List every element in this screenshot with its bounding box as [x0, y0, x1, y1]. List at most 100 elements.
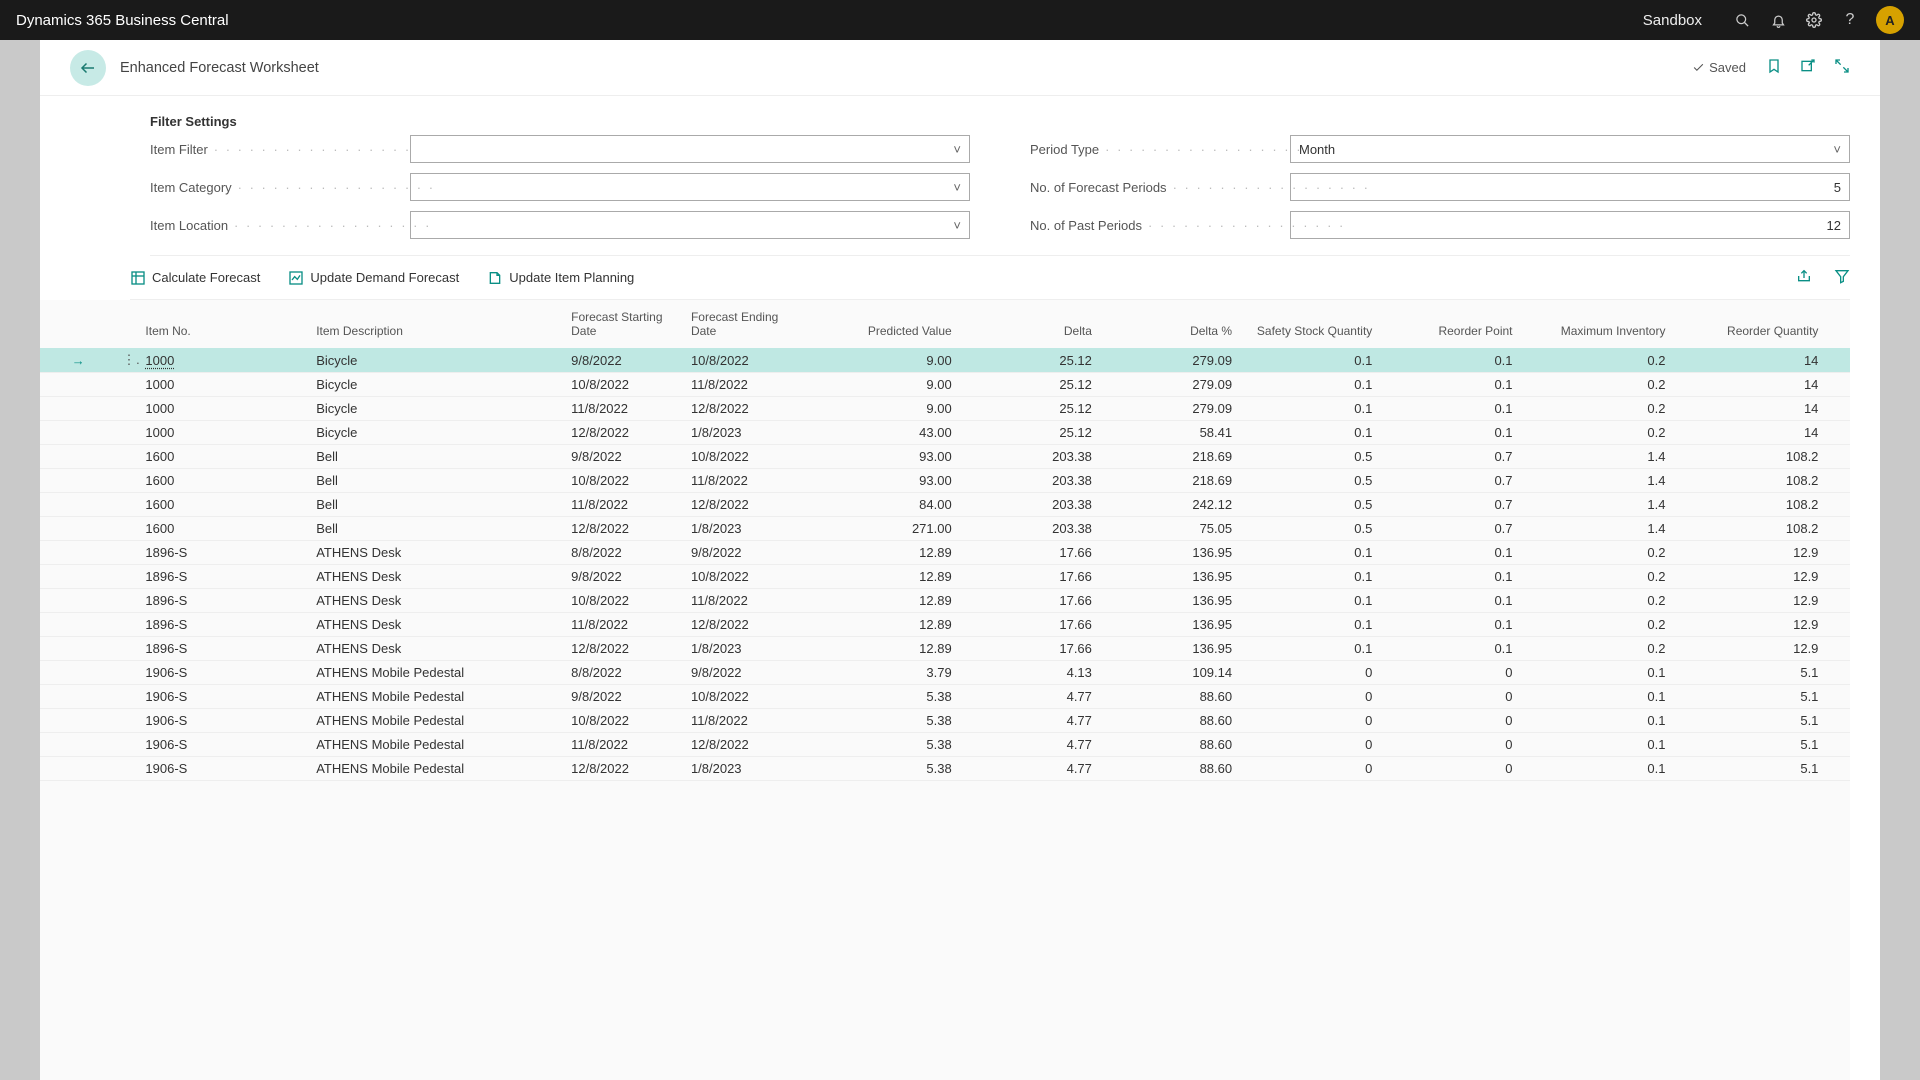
cell-reorder-point: 0.1 — [1378, 397, 1518, 421]
item-category-select[interactable]: ˅ — [410, 173, 970, 201]
row-menu-icon[interactable]: ⋮ — [116, 348, 139, 373]
cell-item-no[interactable]: 1000 — [139, 373, 292, 397]
update-planning-button[interactable]: Update Item Planning — [487, 270, 634, 286]
bell-icon[interactable] — [1764, 6, 1792, 34]
table-row[interactable]: 1000Bicycle10/8/202211/8/20229.0025.1227… — [40, 373, 1850, 397]
period-type-select[interactable]: Month ˅ — [1290, 135, 1850, 163]
cell-item-no[interactable]: 1906-S — [139, 757, 292, 781]
row-menu-icon[interactable] — [116, 733, 139, 757]
table-row[interactable]: 1000Bicycle11/8/202212/8/20229.0025.1227… — [40, 397, 1850, 421]
row-menu-icon[interactable] — [116, 565, 139, 589]
cell-item-no[interactable]: 1000 — [139, 348, 292, 373]
back-button[interactable] — [70, 50, 106, 86]
row-menu-icon[interactable] — [116, 637, 139, 661]
cell-delta-pct: 58.41 — [1098, 421, 1238, 445]
cell-forecast-end: 11/8/2022 — [685, 469, 805, 493]
row-menu-icon[interactable] — [116, 661, 139, 685]
col-reorder-qty[interactable]: Reorder Quantity — [1671, 300, 1824, 348]
table-row[interactable]: 1896-SATHENS Desk11/8/202212/8/202212.89… — [40, 613, 1850, 637]
popout-icon[interactable] — [1800, 58, 1816, 77]
cell-item-no[interactable]: 1600 — [139, 445, 292, 469]
cell-item-no[interactable]: 1906-S — [139, 661, 292, 685]
cell-forecast-start: 9/8/2022 — [565, 445, 685, 469]
table-row[interactable]: 1600Bell12/8/20221/8/2023271.00203.3875.… — [40, 517, 1850, 541]
search-icon[interactable] — [1728, 6, 1756, 34]
table-row[interactable]: 1600Bell9/8/202210/8/202293.00203.38218.… — [40, 445, 1850, 469]
table-row[interactable]: →⋮1000Bicycle9/8/202210/8/20229.0025.122… — [40, 348, 1850, 373]
row-menu-icon[interactable] — [116, 685, 139, 709]
table-row[interactable]: 1896-SATHENS Desk12/8/20221/8/202312.891… — [40, 637, 1850, 661]
table-row[interactable]: 1906-SATHENS Mobile Pedestal8/8/20229/8/… — [40, 661, 1850, 685]
table-row[interactable]: 1906-SATHENS Mobile Pedestal10/8/202211/… — [40, 709, 1850, 733]
col-delta-pct[interactable]: Delta % — [1098, 300, 1238, 348]
cell-item-desc: ATHENS Mobile Pedestal — [310, 733, 565, 757]
table-row[interactable]: 1906-SATHENS Mobile Pedestal12/8/20221/8… — [40, 757, 1850, 781]
col-item-desc[interactable]: Item Description — [310, 300, 565, 348]
help-icon[interactable]: ? — [1836, 6, 1864, 34]
table-row[interactable]: 1000Bicycle12/8/20221/8/202343.0025.1258… — [40, 421, 1850, 445]
col-forecast-start[interactable]: Forecast Starting Date — [565, 300, 685, 348]
row-menu-icon[interactable] — [116, 445, 139, 469]
table-row[interactable]: 1896-SATHENS Desk10/8/202211/8/202212.89… — [40, 589, 1850, 613]
avatar[interactable]: A — [1876, 6, 1904, 34]
cell-item-no[interactable]: 1600 — [139, 517, 292, 541]
item-filter-select[interactable]: ˅ — [410, 135, 970, 163]
row-menu-icon[interactable] — [116, 589, 139, 613]
cell-item-no[interactable]: 1600 — [139, 493, 292, 517]
col-safety[interactable]: Safety Stock Quantity — [1238, 300, 1378, 348]
cell-item-no[interactable]: 1906-S — [139, 685, 292, 709]
collapse-icon[interactable] — [1834, 58, 1850, 77]
col-predicted[interactable]: Predicted Value — [805, 300, 958, 348]
row-menu-icon[interactable] — [116, 757, 139, 781]
cell-item-desc: ATHENS Mobile Pedestal — [310, 709, 565, 733]
row-menu-icon[interactable] — [116, 469, 139, 493]
cell-item-no[interactable]: 1000 — [139, 421, 292, 445]
cell-reorder-point: 0 — [1378, 661, 1518, 685]
row-menu-icon[interactable] — [116, 373, 139, 397]
table-row[interactable]: 1906-SATHENS Mobile Pedestal9/8/202210/8… — [40, 685, 1850, 709]
filter-icon[interactable] — [1834, 268, 1850, 287]
table-row[interactable]: 1896-SATHENS Desk8/8/20229/8/202212.8917… — [40, 541, 1850, 565]
col-delta[interactable]: Delta — [958, 300, 1098, 348]
cell-item-no[interactable]: 1906-S — [139, 733, 292, 757]
row-menu-icon[interactable] — [116, 709, 139, 733]
bookmark-icon[interactable] — [1766, 58, 1782, 77]
row-menu-icon[interactable] — [116, 493, 139, 517]
share-icon[interactable] — [1796, 268, 1812, 287]
cell-reorder-point: 0.1 — [1378, 373, 1518, 397]
cell-item-no[interactable]: 1896-S — [139, 613, 292, 637]
cell-max-inv: 0.2 — [1519, 541, 1672, 565]
cell-item-no[interactable]: 1896-S — [139, 637, 292, 661]
cell-delta: 4.13 — [958, 661, 1098, 685]
cell-item-no[interactable]: 1600 — [139, 469, 292, 493]
item-location-select[interactable]: ˅ — [410, 211, 970, 239]
row-menu-icon[interactable] — [116, 613, 139, 637]
cell-delta-pct: 109.14 — [1098, 661, 1238, 685]
cell-safety: 0.5 — [1238, 469, 1378, 493]
cell-item-no[interactable]: 1896-S — [139, 541, 292, 565]
row-menu-icon[interactable] — [116, 517, 139, 541]
cell-item-no[interactable]: 1896-S — [139, 589, 292, 613]
row-menu-icon[interactable] — [116, 541, 139, 565]
cell-item-no[interactable]: 1896-S — [139, 565, 292, 589]
cell-reorder-point: 0.1 — [1378, 637, 1518, 661]
table-row[interactable]: 1896-SATHENS Desk9/8/202210/8/202212.891… — [40, 565, 1850, 589]
cell-forecast-start: 10/8/2022 — [565, 469, 685, 493]
cell-predicted: 12.89 — [805, 565, 958, 589]
cell-item-no[interactable]: 1000 — [139, 397, 292, 421]
table-row[interactable]: 1906-SATHENS Mobile Pedestal11/8/202212/… — [40, 733, 1850, 757]
gear-icon[interactable] — [1800, 6, 1828, 34]
update-demand-button[interactable]: Update Demand Forecast — [288, 270, 459, 286]
row-menu-icon[interactable] — [116, 421, 139, 445]
calculate-forecast-button[interactable]: Calculate Forecast — [130, 270, 260, 286]
cell-item-no[interactable]: 1906-S — [139, 709, 292, 733]
table-row[interactable]: 1600Bell11/8/202212/8/202284.00203.38242… — [40, 493, 1850, 517]
col-max-inv[interactable]: Maximum Inventory — [1519, 300, 1672, 348]
past-periods-input[interactable] — [1290, 211, 1850, 239]
col-forecast-end[interactable]: Forecast Ending Date — [685, 300, 805, 348]
table-row[interactable]: 1600Bell10/8/202211/8/202293.00203.38218… — [40, 469, 1850, 493]
forecast-periods-input[interactable] — [1290, 173, 1850, 201]
col-item-no[interactable]: Item No. — [139, 300, 292, 348]
row-menu-icon[interactable] — [116, 397, 139, 421]
col-reorder-point[interactable]: Reorder Point — [1378, 300, 1518, 348]
